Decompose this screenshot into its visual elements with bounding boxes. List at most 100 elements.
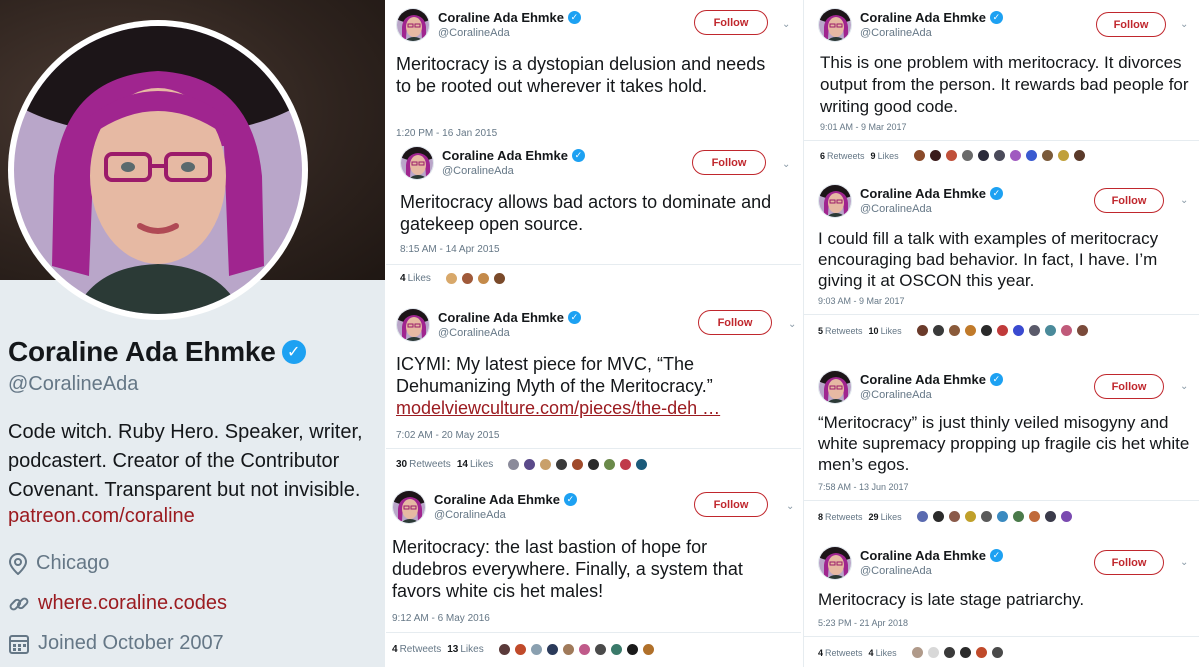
verified-badge-icon: ✓	[989, 11, 1003, 24]
tweet-author-handle[interactable]: @CoralineAda	[438, 327, 581, 339]
tweet-timestamp[interactable]: 7:58 AM - 13 Jun 2017	[818, 482, 909, 492]
tweet-avatar[interactable]	[396, 8, 430, 42]
tweet-author-handle[interactable]: @CoralineAda	[860, 27, 1003, 39]
tweet-card[interactable]: Coraline Ada Ehmke ✓ @CoralineAda Follow …	[386, 146, 801, 296]
follow-button[interactable]: Follow	[1094, 188, 1164, 213]
likes-count[interactable]: 14 Likes	[457, 459, 493, 470]
tweet-timestamp[interactable]: 9:03 AM - 9 Mar 2017	[818, 296, 905, 306]
likes-count[interactable]: 13 Likes	[447, 644, 483, 655]
tweet-author-name[interactable]: Coraline Ada Ehmke	[860, 548, 986, 563]
tweet-header: Coraline Ada Ehmke ✓ @CoralineAda	[392, 490, 577, 524]
tweet-avatar[interactable]	[818, 546, 852, 580]
chevron-down-icon[interactable]: ⌄	[782, 160, 792, 170]
retweets-count[interactable]: 5 Retweets	[818, 326, 863, 336]
divider	[804, 636, 1199, 637]
chevron-down-icon[interactable]: ⌄	[1180, 558, 1190, 568]
avatar-thumbnail	[819, 371, 851, 403]
tweet-stats: 6 Retweets 9 Likes	[820, 149, 1086, 162]
tweet-timestamp[interactable]: 9:01 AM - 9 Mar 2017	[820, 122, 907, 132]
chevron-down-icon[interactable]: ⌄	[1180, 382, 1190, 392]
tweet-avatar[interactable]	[400, 146, 434, 180]
liker-avatars	[912, 149, 1086, 162]
chevron-down-icon[interactable]: ⌄	[788, 320, 798, 330]
retweets-count[interactable]: 30 Retweets	[396, 459, 451, 470]
tweet-author-name[interactable]: Coraline Ada Ehmke	[434, 492, 560, 507]
tweet-author-handle[interactable]: @CoralineAda	[442, 165, 585, 177]
tweet-author-name[interactable]: Coraline Ada Ehmke	[860, 372, 986, 387]
tweet-stats: 4 Retweets 13 Likes	[392, 643, 655, 656]
follow-button[interactable]: Follow	[1096, 12, 1166, 37]
tweet-timestamp[interactable]: 1:20 PM - 16 Jan 2015	[396, 128, 497, 139]
tweet-author-handle[interactable]: @CoralineAda	[860, 389, 1003, 401]
likes-count[interactable]: 4 Likes	[869, 648, 897, 658]
follow-button[interactable]: Follow	[692, 150, 766, 175]
tweet-timestamp[interactable]: 5:23 PM - 21 Apr 2018	[818, 618, 908, 628]
avatar-thumbnail	[393, 491, 425, 523]
tweet-card[interactable]: Coraline Ada Ehmke ✓ @CoralineAda Follow …	[386, 8, 801, 140]
profile-location: Chicago	[8, 552, 109, 575]
tweet-timestamp[interactable]: 7:02 AM - 20 May 2015	[396, 430, 499, 441]
tweet-link[interactable]: modelviewculture.com/pieces/the-deh …	[396, 397, 776, 419]
tweet-author-handle[interactable]: @CoralineAda	[860, 203, 1003, 215]
website-link[interactable]: where.coraline.codes	[38, 592, 227, 615]
chevron-down-icon[interactable]: ⌄	[1180, 196, 1190, 206]
retweets-count[interactable]: 4 Retweets	[818, 648, 863, 658]
avatar-illustration	[14, 26, 302, 314]
tweet-avatar[interactable]	[818, 370, 852, 404]
likes-count[interactable]: 29 Likes	[869, 512, 902, 522]
retweets-count[interactable]: 6 Retweets	[820, 151, 865, 161]
tweet-card[interactable]: Coraline Ada Ehmke ✓ @CoralineAda Follow …	[386, 490, 801, 667]
tweet-avatar[interactable]	[818, 8, 852, 42]
tweet-text: “Meritocracy” is just thinly veiled miso…	[818, 413, 1190, 474]
divider	[804, 314, 1199, 315]
retweets-count[interactable]: 8 Retweets	[818, 512, 863, 522]
tweet-card[interactable]: Coraline Ada Ehmke ✓ @CoralineAda Follow …	[804, 8, 1199, 168]
link-icon	[9, 597, 29, 610]
avatar-thumbnail	[401, 147, 433, 179]
profile-handle: @CoralineAda	[8, 373, 139, 395]
verified-badge-icon: ✓	[281, 340, 306, 364]
retweets-count[interactable]: 4 Retweets	[392, 644, 441, 655]
follow-button[interactable]: Follow	[698, 310, 772, 335]
avatar-thumbnail	[397, 309, 429, 341]
tweet-author-name[interactable]: Coraline Ada Ehmke	[860, 10, 986, 25]
divider	[804, 140, 1199, 141]
tweet-card[interactable]: Coraline Ada Ehmke ✓ @CoralineAda Follow …	[386, 308, 801, 480]
tweet-author-handle[interactable]: @CoralineAda	[434, 509, 577, 521]
profile-avatar[interactable]	[8, 20, 308, 320]
tweet-author-name[interactable]: Coraline Ada Ehmke	[860, 186, 986, 201]
follow-button[interactable]: Follow	[694, 10, 768, 35]
tweet-timestamp[interactable]: 9:12 AM - 6 May 2016	[392, 613, 490, 624]
verified-badge-icon: ✓	[989, 549, 1003, 562]
avatar-thumbnail	[819, 547, 851, 579]
follow-button[interactable]: Follow	[1094, 374, 1164, 399]
tweet-card[interactable]: Coraline Ada Ehmke ✓ @CoralineAda Follow …	[804, 184, 1199, 354]
tweet-author-name[interactable]: Coraline Ada Ehmke	[438, 10, 564, 25]
tweet-author-name[interactable]: Coraline Ada Ehmke	[442, 148, 568, 163]
follow-button[interactable]: Follow	[1094, 550, 1164, 575]
tweet-timestamp[interactable]: 8:15 AM - 14 Apr 2015	[400, 244, 500, 255]
tweet-author-handle[interactable]: @CoralineAda	[438, 27, 581, 39]
tweet-author-handle[interactable]: @CoralineAda	[860, 565, 1003, 577]
verified-badge-icon: ✓	[563, 493, 577, 506]
liker-avatars	[507, 458, 649, 471]
likes-count[interactable]: 4 Likes	[400, 273, 431, 284]
tweet-avatar[interactable]	[392, 490, 426, 524]
likes-count[interactable]: 9 Likes	[871, 151, 899, 161]
tweet-avatar[interactable]	[396, 308, 430, 342]
location-text: Chicago	[36, 552, 110, 574]
follow-button[interactable]: Follow	[694, 492, 768, 517]
likes-count[interactable]: 10 Likes	[869, 326, 902, 336]
tweet-author-name[interactable]: Coraline Ada Ehmke	[438, 310, 564, 325]
profile-bio-link[interactable]: patreon.com/coraline	[8, 505, 195, 528]
chevron-down-icon[interactable]: ⌄	[1180, 20, 1190, 30]
verified-badge-icon: ✓	[567, 311, 581, 324]
liker-avatars	[915, 510, 1073, 523]
tweet-card[interactable]: Coraline Ada Ehmke ✓ @CoralineAda Follow …	[804, 546, 1199, 667]
tweet-stats: 30 Retweets 14 Likes	[396, 458, 649, 471]
tweet-avatar[interactable]	[818, 184, 852, 218]
chevron-down-icon[interactable]: ⌄	[786, 502, 796, 512]
tweet-card[interactable]: Coraline Ada Ehmke ✓ @CoralineAda Follow …	[804, 370, 1199, 530]
chevron-down-icon[interactable]: ⌄	[782, 20, 792, 30]
tweet-column-right: Coraline Ada Ehmke ✓ @CoralineAda Follow …	[803, 0, 1199, 667]
